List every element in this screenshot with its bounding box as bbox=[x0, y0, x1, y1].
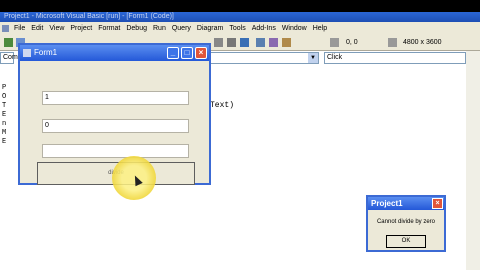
position-readout: 0, 0 bbox=[346, 39, 358, 46]
properties-icon[interactable] bbox=[269, 38, 278, 47]
code-line-1: P bbox=[2, 84, 7, 92]
menu-query[interactable]: Query bbox=[169, 25, 194, 32]
system-menu-icon[interactable] bbox=[2, 25, 9, 32]
textbox-result[interactable] bbox=[42, 144, 189, 158]
code-line-2: O bbox=[2, 93, 7, 101]
msgbox-title: Project1 bbox=[371, 199, 403, 208]
close-icon[interactable]: × bbox=[195, 47, 207, 59]
menu-project[interactable]: Project bbox=[67, 25, 95, 32]
minimize-icon[interactable]: _ bbox=[167, 47, 179, 59]
menu-format[interactable]: Format bbox=[95, 25, 123, 32]
code-line-4: E bbox=[2, 111, 7, 119]
textbox-divisor[interactable]: 0 bbox=[42, 119, 189, 133]
desktop: Project1 - Microsoft Visual Basic [run] … bbox=[0, 12, 480, 270]
menu-view[interactable]: View bbox=[46, 25, 67, 32]
menu-window[interactable]: Window bbox=[279, 25, 310, 32]
toolbox-icon[interactable] bbox=[282, 38, 291, 47]
form-icon bbox=[23, 49, 31, 57]
close-icon[interactable]: × bbox=[432, 198, 443, 209]
break-icon[interactable] bbox=[227, 38, 236, 47]
code-line-7: E bbox=[2, 138, 7, 146]
object-combo[interactable]: Command1 bbox=[0, 52, 39, 64]
menu-add-ins[interactable]: Add-Ins bbox=[249, 25, 279, 32]
size-readout: 4800 x 3600 bbox=[403, 39, 442, 46]
form1-title-bar[interactable]: Form1 _ □ × bbox=[20, 45, 209, 61]
menu-tools[interactable]: Tools bbox=[226, 25, 248, 32]
code-line-6: M bbox=[2, 129, 7, 137]
code-line-5: n bbox=[2, 120, 7, 128]
maximize-icon[interactable]: □ bbox=[181, 47, 193, 59]
chevron-down-icon[interactable]: ▼ bbox=[308, 53, 318, 63]
ide-title-text: Project1 - Microsoft Visual Basic [run] … bbox=[4, 13, 174, 20]
menu-edit[interactable]: Edit bbox=[28, 25, 46, 32]
menu-bar: File Edit View Project Format Debug Run … bbox=[0, 22, 480, 35]
procedure-combo[interactable]: Click bbox=[324, 52, 466, 64]
menu-file[interactable]: File bbox=[11, 25, 28, 32]
msgbox-message: Cannot divide by zero bbox=[376, 219, 436, 225]
project-explorer-icon[interactable] bbox=[256, 38, 265, 47]
size-icon bbox=[388, 38, 397, 47]
project1-message-box: Project1 × Cannot divide by zero OK bbox=[366, 195, 446, 252]
ok-button[interactable]: OK bbox=[386, 235, 426, 248]
textbox-dividend[interactable]: 1 bbox=[42, 91, 189, 105]
add-project-icon[interactable] bbox=[4, 38, 13, 47]
menu-help[interactable]: Help bbox=[310, 25, 330, 32]
menu-diagram[interactable]: Diagram bbox=[194, 25, 226, 32]
form1-window: Form1 _ □ × 1 0 divide bbox=[18, 43, 211, 185]
code-scrollbar[interactable] bbox=[466, 51, 480, 270]
menu-debug[interactable]: Debug bbox=[123, 25, 150, 32]
form1-title: Form1 bbox=[34, 48, 58, 57]
start-icon[interactable] bbox=[214, 38, 223, 47]
menu-run[interactable]: Run bbox=[150, 25, 169, 32]
code-line-3: T bbox=[2, 102, 7, 110]
ide-title-bar: Project1 - Microsoft Visual Basic [run] … bbox=[0, 12, 480, 22]
object-combo-dropdown[interactable]: ▼ bbox=[209, 52, 319, 64]
code-fragment: Text) bbox=[210, 101, 235, 110]
end-icon[interactable] bbox=[240, 38, 249, 47]
procedure-combo-value: Click bbox=[327, 54, 343, 61]
position-icon bbox=[330, 38, 339, 47]
